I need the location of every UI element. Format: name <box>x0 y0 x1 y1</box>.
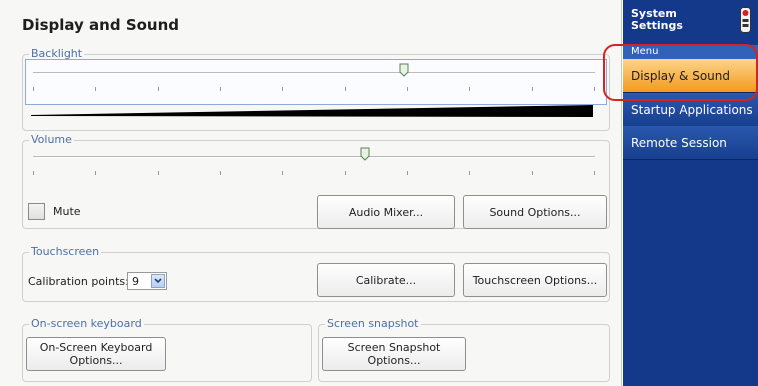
backlight-slider-thumb[interactable] <box>399 63 409 77</box>
onscreen-keyboard-group: On-screen keyboard On-Screen Keyboard Op… <box>22 317 312 382</box>
calibration-points-select[interactable]: 9 <box>127 272 167 290</box>
slider-tick <box>282 87 283 91</box>
volume-slider[interactable] <box>33 145 595 175</box>
mute-label: Mute <box>53 205 81 218</box>
calibrate-button[interactable]: Calibrate... <box>317 263 455 297</box>
backlight-level-wedge <box>31 105 593 117</box>
page-title: Display and Sound <box>22 16 180 34</box>
slider-tick <box>33 87 34 91</box>
slider-tick <box>469 87 470 91</box>
onscreen-keyboard-label: On-screen keyboard <box>29 317 144 330</box>
screen-snapshot-label: Screen snapshot <box>325 317 421 330</box>
volume-group: Volume Mute Audio Mixer... Sound Options… <box>22 133 610 229</box>
mute-checkbox[interactable] <box>28 203 45 220</box>
slider-tick <box>407 171 408 175</box>
screen-snapshot-options-button[interactable]: Screen Snapshot Options... <box>322 337 466 371</box>
dropdown-arrow-icon[interactable] <box>151 274 165 288</box>
onscreen-keyboard-options-button[interactable]: On-Screen Keyboard Options... <box>26 337 166 371</box>
volume-slider-track <box>33 156 595 158</box>
slider-tick <box>345 171 346 175</box>
sidebar-item-remote-session[interactable]: Remote Session <box>623 126 758 160</box>
slider-tick <box>532 87 533 91</box>
settings-panel: Display and Sound Backlight Volume Mute … <box>0 0 622 386</box>
calibration-points-value: 9 <box>132 275 139 288</box>
backlight-group: Backlight <box>22 47 610 131</box>
touchscreen-options-button[interactable]: Touchscreen Options... <box>463 263 607 297</box>
volume-slider-thumb[interactable] <box>360 147 370 161</box>
screen-snapshot-group: Screen snapshot Screen Snapshot Options.… <box>318 317 610 382</box>
backlight-slider-track <box>33 72 595 74</box>
slider-tick <box>220 87 221 91</box>
slider-tick <box>469 171 470 175</box>
calibration-points-label: Calibration points: <box>28 275 129 288</box>
slider-tick <box>532 171 533 175</box>
touchscreen-label: Touchscreen <box>29 245 102 258</box>
touchscreen-group: Touchscreen Calibration points: 9 Calibr… <box>22 245 610 302</box>
slider-tick <box>33 171 34 175</box>
slider-tick <box>158 87 159 91</box>
slider-tick <box>407 87 408 91</box>
status-light-icon <box>740 7 751 33</box>
slider-tick <box>345 87 346 91</box>
slider-tick <box>220 171 221 175</box>
highlight-ring <box>603 44 758 101</box>
slider-tick <box>594 87 595 91</box>
slider-tick <box>282 171 283 175</box>
slider-tick <box>594 171 595 175</box>
sound-options-button[interactable]: Sound Options... <box>463 195 607 229</box>
slider-tick <box>158 171 159 175</box>
audio-mixer-button[interactable]: Audio Mixer... <box>317 195 455 229</box>
slider-tick <box>95 171 96 175</box>
backlight-slider[interactable] <box>33 61 595 91</box>
sidebar-title: System Settings <box>631 7 683 32</box>
slider-tick <box>95 87 96 91</box>
